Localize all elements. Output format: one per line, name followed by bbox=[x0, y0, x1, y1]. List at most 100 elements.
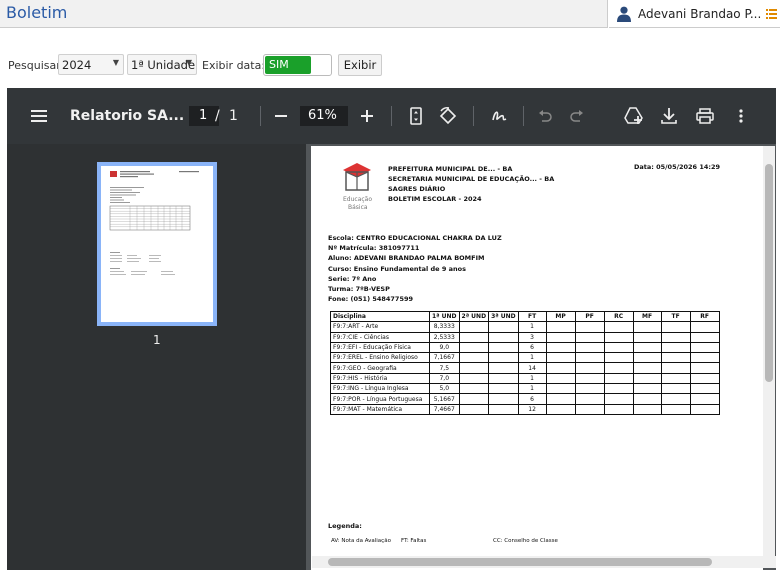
cell-pf bbox=[574, 341, 605, 354]
cell-pf bbox=[574, 403, 605, 415]
cell-rf bbox=[689, 352, 720, 364]
student-info: Aluno: ADEVANI BRANDAO PALMA BOMFIM bbox=[328, 254, 485, 262]
cell-und2 bbox=[458, 341, 490, 354]
pdf-page: Educação Básica PREFEITURA MUNICIPAL DE.… bbox=[311, 146, 763, 570]
cell-mp bbox=[545, 393, 576, 405]
cell-rc bbox=[603, 383, 634, 395]
pdf-toolbar: Relatorio SA... 1 / 1 61% bbox=[7, 88, 776, 144]
page-separator: / bbox=[215, 108, 220, 124]
cell-tf bbox=[660, 331, 691, 343]
cell-mf bbox=[632, 331, 662, 343]
table-header-row: Disciplina 1ª UND 2ª UND 3ª UND FT MP PF… bbox=[330, 310, 720, 323]
user-icon bbox=[617, 6, 631, 22]
thumbnail-preview bbox=[109, 171, 199, 275]
vertical-scrollbar[interactable] bbox=[763, 146, 775, 556]
cell-und2 bbox=[458, 352, 490, 364]
student-info: Fone: (051) 548477599 bbox=[328, 295, 414, 303]
cell-und3 bbox=[488, 393, 519, 405]
vertical-scroll-thumb[interactable] bbox=[765, 164, 773, 382]
cell-ft: 12 bbox=[517, 403, 547, 415]
student-info: Escola: CENTRO EDUCACIONAL CHAKRA DA LUZ bbox=[328, 234, 502, 242]
column-header: TF bbox=[660, 310, 691, 323]
cell-mp bbox=[545, 352, 576, 364]
cell-rc bbox=[603, 362, 634, 374]
cell-tf bbox=[660, 352, 691, 364]
cell-und1: 9,0 bbox=[429, 341, 460, 354]
horizontal-scrollbar[interactable] bbox=[312, 556, 776, 568]
cell-tf bbox=[660, 372, 691, 385]
zoom-in-icon[interactable] bbox=[361, 110, 373, 122]
print-icon[interactable] bbox=[696, 108, 714, 124]
year-select[interactable]: 2024 ▼ bbox=[58, 54, 124, 75]
student-info: Serie: 7º Ano bbox=[328, 275, 377, 283]
cell-und3 bbox=[488, 341, 519, 354]
more-options-icon[interactable] bbox=[739, 109, 743, 123]
user-menu[interactable]: Adevani Brandao P... bbox=[609, 0, 780, 28]
cell-rc bbox=[603, 331, 634, 343]
cell-und1: 5,0 bbox=[429, 383, 460, 395]
show-date-label: Exibir data: bbox=[202, 59, 266, 72]
cell-pf bbox=[574, 362, 605, 374]
logo-text: Básica bbox=[348, 204, 368, 211]
chevron-down-icon: ▼ bbox=[185, 58, 192, 67]
column-header: Disciplina bbox=[330, 310, 430, 323]
cell-und3 bbox=[488, 331, 519, 343]
exibir-button[interactable]: Exibir bbox=[338, 54, 382, 76]
column-header: 1ª UND bbox=[429, 310, 460, 323]
rotate-icon[interactable] bbox=[439, 107, 457, 125]
zoom-out-icon[interactable] bbox=[275, 115, 287, 117]
cell-disciplina: F9:7:ING - Língua Inglesa bbox=[330, 383, 430, 395]
cell-disciplina: F9:7:CIE - Ciências bbox=[330, 331, 430, 343]
cell-mf bbox=[632, 362, 662, 374]
divider bbox=[523, 106, 524, 126]
column-header: 2ª UND bbox=[458, 310, 490, 323]
table-row: F9:7:ING - Língua Inglesa 5,0 1 bbox=[330, 383, 720, 395]
annotate-icon[interactable] bbox=[491, 108, 509, 124]
list-icon[interactable] bbox=[766, 9, 777, 19]
redo-icon[interactable] bbox=[570, 110, 584, 122]
search-label: Pesquisar: bbox=[8, 59, 65, 72]
horizontal-scroll-thumb[interactable] bbox=[328, 558, 712, 566]
cell-mf bbox=[632, 341, 662, 354]
cell-disciplina: F9:7:POR - Língua Portuguesa bbox=[330, 393, 430, 405]
cell-tf bbox=[660, 383, 691, 395]
cell-mp bbox=[545, 321, 576, 333]
page-thumbnail[interactable] bbox=[97, 162, 217, 326]
cell-rf bbox=[689, 362, 720, 374]
show-date-toggle[interactable]: SIM bbox=[263, 54, 332, 76]
add-to-drive-icon[interactable] bbox=[624, 107, 644, 125]
zoom-input[interactable]: 61% bbox=[300, 106, 348, 126]
logo-text: Educação bbox=[343, 196, 373, 203]
cell-pf bbox=[574, 352, 605, 364]
column-header: RF bbox=[689, 310, 720, 323]
student-info: Nº Matrícula: 381097711 bbox=[328, 244, 420, 252]
cell-tf bbox=[660, 362, 691, 374]
cell-tf bbox=[660, 341, 691, 354]
table-row: F9:7:POR - Língua Portuguesa 5,1667 6 bbox=[330, 393, 720, 405]
top-bar: Boletim Adevani Brandao P... bbox=[0, 0, 780, 30]
unit-select[interactable]: 1ª Unidade ▼ bbox=[127, 54, 197, 75]
student-info: Turma: 7ºB-VESP bbox=[328, 285, 390, 293]
cell-rc bbox=[603, 403, 634, 415]
menu-icon[interactable] bbox=[31, 110, 47, 122]
table-row: F9:7:HIS - História 7,0 1 bbox=[330, 372, 720, 385]
download-icon[interactable] bbox=[661, 107, 677, 125]
cell-ft: 1 bbox=[517, 372, 547, 385]
cell-pf bbox=[574, 383, 605, 395]
cell-ft: 6 bbox=[517, 393, 547, 405]
divider bbox=[391, 106, 392, 126]
fit-page-icon[interactable] bbox=[410, 107, 422, 125]
education-logo bbox=[343, 163, 371, 191]
legend-item: FT: Faltas bbox=[401, 538, 427, 544]
cell-und1: 5,1667 bbox=[429, 393, 460, 405]
cell-rc bbox=[603, 321, 634, 333]
undo-icon[interactable] bbox=[538, 110, 552, 122]
cell-mf bbox=[632, 403, 662, 415]
title-area: Boletim bbox=[0, 0, 608, 28]
cell-und2 bbox=[458, 321, 490, 333]
cell-mf bbox=[632, 383, 662, 395]
cell-mp bbox=[545, 372, 576, 385]
cell-mp bbox=[545, 362, 576, 374]
cell-und2 bbox=[458, 403, 490, 415]
toggle-knob bbox=[312, 56, 330, 74]
